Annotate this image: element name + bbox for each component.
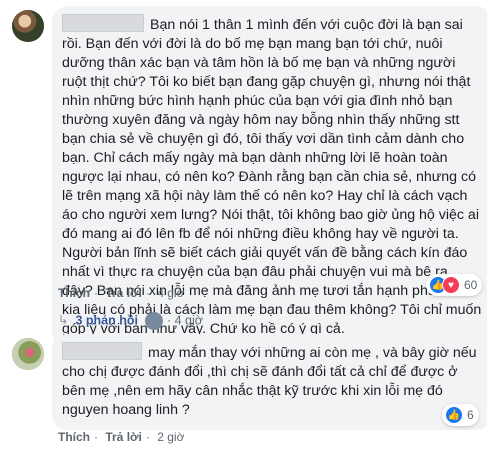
like-icon: 👍 <box>445 406 463 424</box>
reaction-count: 60 <box>464 278 478 292</box>
comment-text: may mắn thay với những ai còn mẹ , và bâ… <box>62 342 482 420</box>
like-link[interactable]: Thích <box>58 430 90 444</box>
comment-time[interactable]: 2 giờ <box>157 430 184 444</box>
reaction-count: 6 <box>467 408 474 422</box>
comment-time[interactable]: 4 giờ <box>157 286 184 300</box>
like-link[interactable]: Thích <box>58 286 90 300</box>
reply-arrow-icon: ↳ <box>58 313 69 328</box>
love-icon: ♥ <box>442 276 460 294</box>
comment-actions: Thích · Trả lời · 2 giờ <box>58 430 185 444</box>
author-name-redacted[interactable] <box>62 342 142 360</box>
reply-link[interactable]: Trả lời <box>105 286 142 300</box>
comment-1: Bạn nói 1 thân 1 mình đến với cuộc đời l… <box>0 0 487 349</box>
replies-count[interactable]: 3 phản hồi <box>75 313 138 327</box>
comment-bubble: may mắn thay với những ai còn mẹ , và bâ… <box>52 334 487 430</box>
reaction-summary[interactable]: 👍 ♥ 60 <box>426 274 483 296</box>
replier-avatar <box>145 312 164 330</box>
reaction-summary[interactable]: 👍 6 <box>442 404 479 426</box>
view-replies-link[interactable]: ↳ 3 phản hồi · 4 giờ <box>58 312 203 330</box>
reply-link[interactable]: Trả lời <box>105 430 142 444</box>
replies-time: 4 giờ <box>174 313 203 328</box>
avatar[interactable] <box>12 338 44 370</box>
avatar[interactable] <box>12 10 44 42</box>
comment-2: may mắn thay với những ai còn mẹ , và bâ… <box>0 330 487 449</box>
comment-actions: Thích · Trả lời · 4 giờ <box>58 286 185 300</box>
author-name-redacted[interactable] <box>62 14 144 32</box>
